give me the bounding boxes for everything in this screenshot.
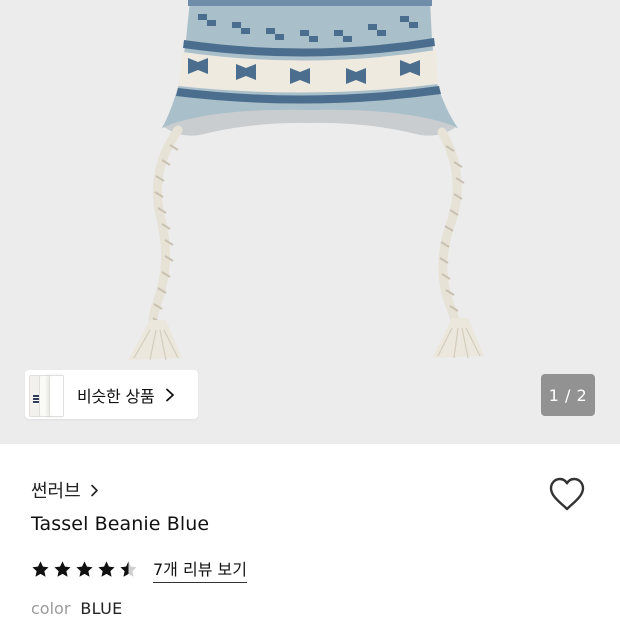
rating-row: 7개 리뷰 보기 bbox=[31, 556, 247, 583]
product-image-gallery[interactable]: 비슷한 상품 1 / 2 bbox=[0, 0, 620, 444]
similar-products-label: 비슷한 상품 bbox=[77, 386, 155, 406]
similar-products-thumbnails bbox=[29, 370, 64, 419]
chevron-right-icon bbox=[90, 484, 98, 496]
star-icon bbox=[98, 561, 115, 577]
star-icon bbox=[32, 561, 49, 577]
view-reviews-link[interactable]: 7개 리뷰 보기 bbox=[153, 556, 247, 583]
heart-outline-icon[interactable] bbox=[547, 474, 587, 514]
brand-name: 썬러브 bbox=[31, 481, 81, 502]
color-value: BLUE bbox=[80, 599, 123, 618]
star-half-icon bbox=[120, 561, 137, 577]
star-icon bbox=[76, 561, 93, 577]
image-page-indicator: 1 / 2 bbox=[541, 374, 595, 416]
similar-products-button[interactable]: 비슷한 상품 bbox=[25, 370, 198, 419]
color-label: color bbox=[31, 599, 71, 618]
brand-link[interactable]: 썬러브 bbox=[31, 477, 99, 503]
chevron-right-icon bbox=[165, 388, 174, 401]
similar-thumbnail bbox=[49, 375, 64, 417]
star-icon bbox=[54, 561, 71, 577]
star-rating bbox=[31, 560, 141, 579]
color-option-row: color BLUE bbox=[31, 599, 123, 618]
product-title: Tassel Beanie Blue bbox=[31, 513, 210, 535]
